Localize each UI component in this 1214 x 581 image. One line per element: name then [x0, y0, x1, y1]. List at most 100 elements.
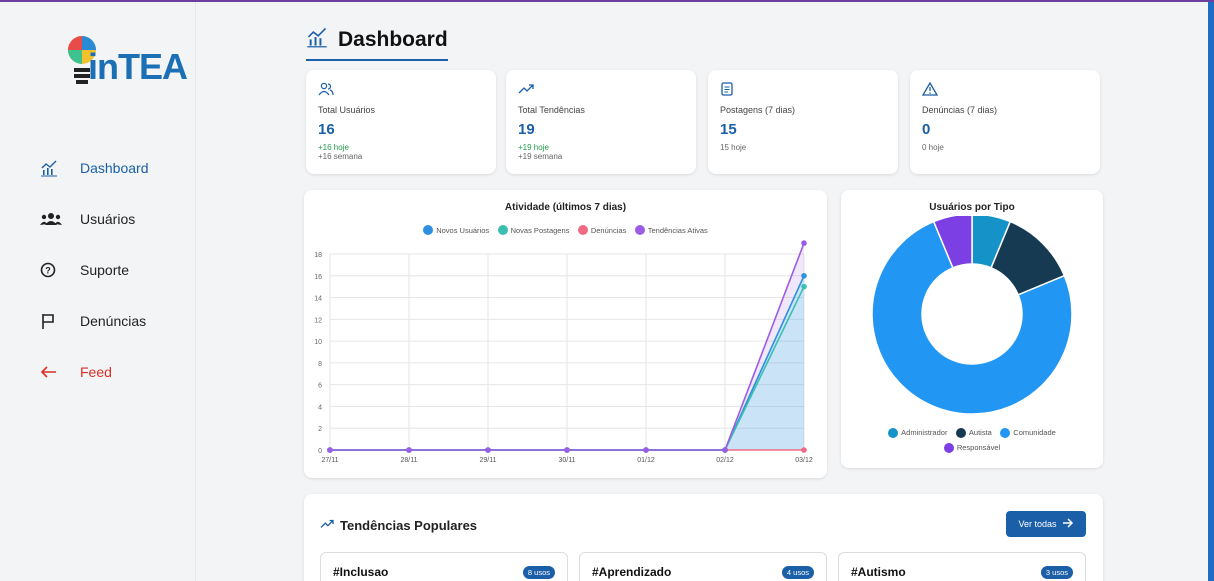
stat-card-usuarios: Total Usuários 16 +16 hoje +16 semana: [306, 70, 496, 174]
legend-item[interactable]: Novas Postagens: [497, 225, 569, 235]
x-tick-label: 01/12: [637, 457, 655, 464]
page-header: Dashboard: [306, 26, 448, 61]
sidebar: inTEA Dashboard Usuários ? Suporte Denún…: [0, 2, 196, 581]
users-icon: [40, 212, 80, 226]
stat-label: Total Tendências: [518, 105, 585, 115]
stat-today: +19 hoje: [518, 143, 549, 152]
usage-badge: 3 usos: [1040, 566, 1073, 579]
flag-icon: [40, 312, 80, 330]
stat-value: 19: [518, 121, 535, 138]
trend-tag-card[interactable]: #Autismo 3 usos: [838, 552, 1086, 581]
main-content: Dashboard Total Usuários 16 +16 hoje +16…: [196, 2, 1208, 581]
trending-up-icon: [320, 518, 334, 533]
user-type-chart-card: Usuários por Tipo Administrador Autista …: [841, 190, 1103, 468]
sidebar-item-feed[interactable]: Feed: [40, 346, 190, 397]
users-icon: [318, 82, 484, 100]
arrow-left-icon: [40, 365, 80, 379]
y-tick-label: 8: [318, 361, 322, 368]
sidebar-item-dashboard[interactable]: Dashboard: [40, 142, 190, 193]
data-point-tendencias-ativas: [406, 447, 412, 453]
stat-label: Postagens (7 dias): [720, 105, 796, 115]
y-tick-label: 16: [314, 274, 322, 281]
sidebar-item-label: Dashboard: [80, 159, 149, 176]
stat-value: 16: [318, 121, 335, 138]
trends-title: Tendências Populares: [340, 518, 478, 533]
user-type-donut-chart: [871, 216, 1073, 415]
x-tick-label: 27/11: [322, 457, 339, 464]
y-tick-label: 10: [314, 339, 322, 346]
trending-up-icon: [518, 82, 684, 100]
activity-line-chart: 0 2 4 6 8 10 12 14 16 18 27/11 28/11 29/11 30/11 01/12…: [314, 240, 813, 464]
view-all-label: Ver todas: [1018, 519, 1057, 529]
sidebar-nav: Dashboard Usuários ? Suporte Denúncias F…: [40, 142, 190, 397]
sidebar-item-suporte[interactable]: ? Suporte: [40, 244, 190, 295]
arrow-right-icon: [1062, 518, 1074, 530]
legend-item[interactable]: Tendências Ativas: [634, 225, 708, 235]
document-icon: [720, 82, 886, 100]
legend-item[interactable]: Administrador: [888, 426, 947, 440]
sidebar-item-label: Usuários: [80, 210, 136, 227]
sidebar-item-denuncias[interactable]: Denúncias: [40, 295, 190, 346]
usage-badge: 4 usos: [781, 566, 814, 579]
stat-week: +19 semana: [518, 152, 563, 161]
y-tick-label: 6: [318, 383, 322, 390]
activity-chart-card: Atividade (últimos 7 dias) Novos Usuário…: [304, 190, 827, 478]
stat-card-denuncias: Denúncias (7 dias) 0 0 hoje: [910, 70, 1100, 174]
data-point-denuncias: [801, 447, 807, 453]
logo-text: inTEA: [88, 46, 188, 87]
x-tick-label: 29/11: [480, 457, 497, 464]
data-point-tendencias-ativas: [643, 447, 649, 453]
legend-item[interactable]: Autista: [955, 426, 992, 440]
data-point-tendencias-ativas: [485, 447, 491, 453]
trend-tag-name: #Inclusao: [333, 565, 389, 579]
stat-today: +16 hoje: [318, 143, 349, 152]
warning-icon: [921, 81, 1088, 100]
legend-item[interactable]: Comunidade: [1000, 426, 1056, 440]
trend-tag-card[interactable]: #Inclusao 8 usos: [320, 552, 568, 581]
stat-label: Total Usuários: [318, 105, 376, 115]
data-point-tendencias-ativas: [327, 447, 333, 453]
legend-item[interactable]: Responsável: [943, 441, 1000, 455]
stat-label: Denúncias (7 dias): [922, 105, 998, 115]
svg-text:?: ?: [45, 265, 51, 275]
trend-tag-card[interactable]: #Aprendizado 4 usos: [579, 552, 827, 581]
data-point-tendencias-ativas: [801, 240, 807, 246]
sidebar-item-label: Denúncias: [80, 312, 147, 329]
x-tick-label: 28/11: [401, 457, 418, 464]
usage-badge: 8 usos: [522, 566, 555, 579]
y-tick-label: 14: [314, 296, 322, 303]
x-tick-label: 03/12: [795, 457, 813, 464]
trend-tag-name: #Aprendizado: [592, 565, 672, 579]
x-tick-label: 30/11: [559, 457, 576, 464]
window-scrollbar[interactable]: [1208, 2, 1214, 581]
chart-trend-icon: [306, 26, 328, 53]
stat-card-tendencias: Total Tendências 19 +19 hoje +19 semana: [506, 70, 696, 174]
stat-value: 15: [720, 121, 737, 138]
page-title: Dashboard: [338, 27, 448, 51]
y-tick-label: 18: [314, 252, 322, 259]
stat-week: +16 semana: [318, 152, 363, 161]
legend-item[interactable]: Denúncias: [577, 225, 626, 235]
donut-legend: Administrador Autista Comunidade Respons…: [841, 426, 1103, 456]
y-tick-label: 12: [314, 317, 322, 324]
y-tick-label: 4: [318, 404, 322, 411]
trends-header: Tendências Populares: [320, 518, 477, 533]
x-tick-label: 02/12: [716, 457, 734, 464]
app-logo[interactable]: inTEA: [56, 32, 188, 108]
data-point-novos-usuarios: [801, 272, 807, 279]
chart-title: Usuários por Tipo: [929, 202, 1015, 213]
trend-tag-name: #Autismo: [851, 565, 906, 579]
data-point-tendencias-ativas: [564, 447, 570, 453]
stat-card-postagens: Postagens (7 dias) 15 15 hoje: [708, 70, 898, 174]
chart-trend-icon: [40, 159, 80, 177]
y-tick-label: 2: [318, 426, 322, 433]
sidebar-item-usuarios[interactable]: Usuários: [40, 193, 190, 244]
view-all-button[interactable]: Ver todas: [1006, 511, 1086, 537]
data-point-novas-postagens: [801, 283, 807, 290]
legend-item[interactable]: Novos Usuários: [423, 225, 489, 235]
stat-value: 0: [922, 121, 931, 138]
y-tick-label: 0: [318, 448, 322, 455]
sidebar-item-label: Feed: [80, 363, 112, 380]
stat-today: 15 hoje: [720, 143, 747, 152]
data-point-tendencias-ativas: [722, 447, 728, 453]
